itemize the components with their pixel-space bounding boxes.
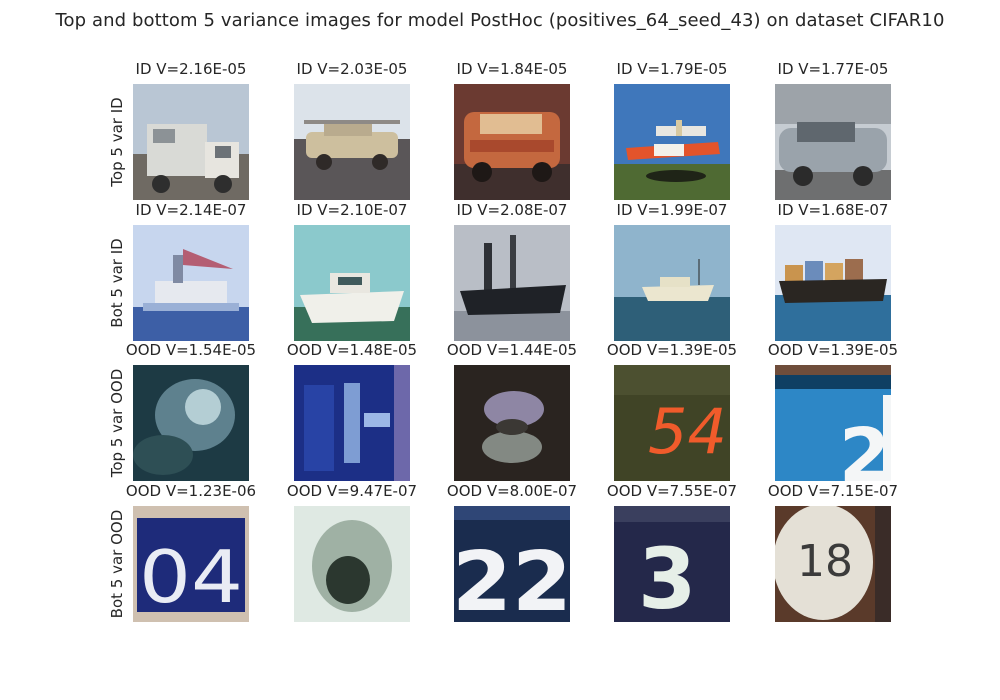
variance-caption: ID V=1.68E-07 xyxy=(777,201,889,219)
house-number-icon: 3 xyxy=(614,506,730,622)
airplane-icon xyxy=(614,84,730,200)
row-label: Top 5 var OOD xyxy=(108,368,126,478)
image-grid: Top 5 var ID ID V=2.16E-05 ID V=2.03E-05 … xyxy=(0,0,1000,700)
truck-icon xyxy=(133,84,249,200)
svg-text:2: 2 xyxy=(839,413,891,481)
house-number-icon: 54 xyxy=(614,365,730,481)
svg-text:04: 04 xyxy=(139,535,243,619)
house-number-icon: 2 xyxy=(775,365,891,481)
car-icon xyxy=(294,84,410,200)
ship-icon xyxy=(133,225,249,341)
svg-text:18: 18 xyxy=(797,536,853,587)
blurry-digit-icon xyxy=(133,365,249,481)
house-number-icon: 18 xyxy=(775,506,891,622)
row-label: Bot 5 var OOD xyxy=(108,509,126,619)
variance-caption: OOD V=1.39E-05 xyxy=(767,341,899,359)
ship-icon xyxy=(614,225,730,341)
svg-text:3: 3 xyxy=(638,530,696,622)
variance-caption: OOD V=7.15E-07 xyxy=(767,482,899,500)
svg-text:54: 54 xyxy=(648,395,727,468)
row-label: Top 5 var ID xyxy=(108,97,126,187)
blurry-digit-icon xyxy=(294,506,410,622)
ship-icon xyxy=(775,225,891,341)
svg-text:22: 22 xyxy=(454,535,570,622)
ship-icon xyxy=(294,225,410,341)
ship-icon xyxy=(454,225,570,341)
house-number-icon: 04 xyxy=(133,506,249,622)
variance-caption: ID V=1.77E-05 xyxy=(777,60,889,78)
car-icon xyxy=(775,84,891,200)
blurry-digit-icon xyxy=(454,365,570,481)
house-number-icon: 22 xyxy=(454,506,570,622)
car-icon xyxy=(454,84,570,200)
row-label: Bot 5 var ID xyxy=(108,238,126,328)
blurry-digit-icon xyxy=(294,365,410,481)
